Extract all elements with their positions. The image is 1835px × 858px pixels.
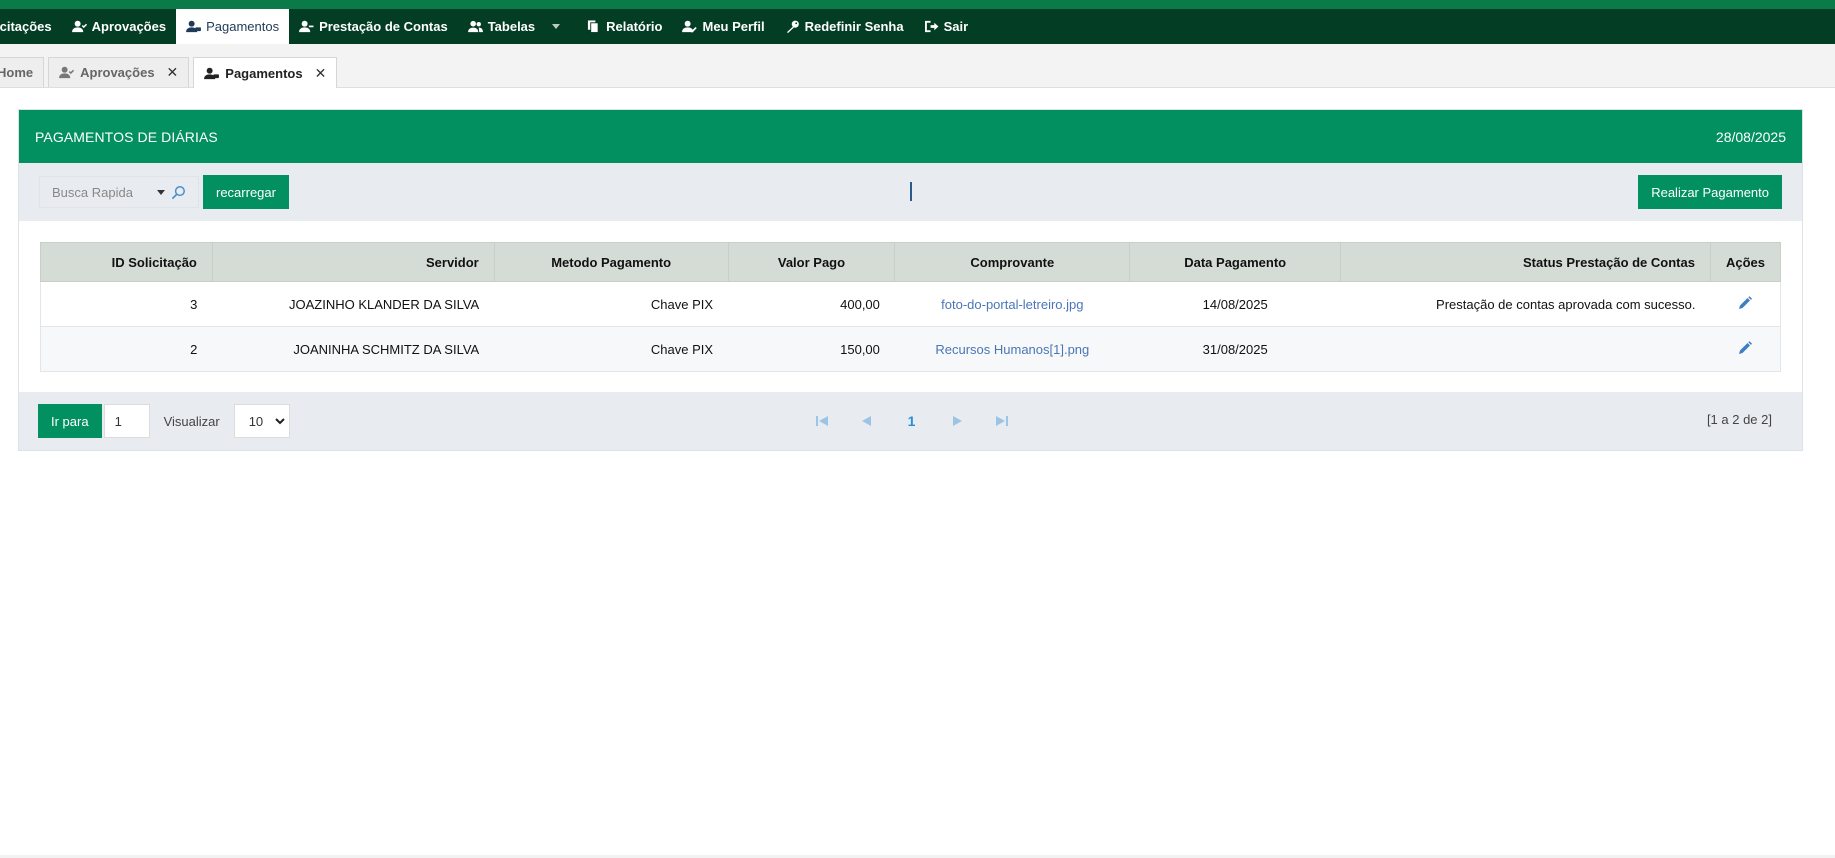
- page-number[interactable]: 1: [903, 413, 920, 430]
- tab-aprovacoes[interactable]: Aprovações ✕: [48, 57, 190, 87]
- tab-label: Aprovações: [80, 65, 155, 80]
- cell-acoes: [1710, 326, 1782, 372]
- nav-item-prestacao-de-contas[interactable]: Prestação de Contas: [289, 9, 458, 44]
- cell-status: Prestação de contas aprovada com sucesso…: [1340, 281, 1711, 327]
- pencil-icon[interactable]: [1738, 340, 1753, 355]
- cell-servidor: JOAZINHO KLANDER DA SILVA: [212, 281, 495, 327]
- nav-item-label: Relatório: [606, 19, 663, 34]
- cell-servidor: JOANINHA SCHMITZ DA SILVA: [212, 326, 495, 372]
- pagination-footer: Ir para 1 Visualizar 10 1 [1 a 2 de 2]: [19, 392, 1802, 450]
- main-navbar: icitações Aprovações Pagamentos Prestaçã…: [0, 9, 1835, 44]
- payments-table: ID Solicitação Servidor Metodo Pagamento…: [40, 242, 1782, 372]
- cell-comprovante: Recursos Humanos[1].png: [894, 326, 1130, 372]
- nav-item-sair[interactable]: Sair: [914, 9, 979, 44]
- page-size-value: 10: [248, 413, 264, 429]
- close-icon[interactable]: ✕: [167, 64, 179, 81]
- user-money-icon: [186, 20, 202, 33]
- user-check-icon: [59, 66, 75, 79]
- tab-bar: Home Aprovações ✕ Pagamentos ✕: [0, 44, 1835, 88]
- pager: 1: [813, 392, 1010, 450]
- col-header-metodo[interactable]: Metodo Pagamento: [493, 242, 729, 282]
- caret-down-icon[interactable]: [156, 189, 165, 195]
- receipt-link[interactable]: foto-do-portal-letreiro.jpg: [941, 297, 1083, 312]
- top-accent-strip: [0, 0, 1835, 9]
- table-row[interactable]: 2 JOANINHA SCHMITZ DA SILVA Chave PIX 15…: [40, 326, 1782, 372]
- key-icon: [786, 20, 799, 33]
- tab-label: Home: [0, 65, 34, 80]
- close-icon[interactable]: ✕: [315, 65, 327, 82]
- table-container: ID Solicitação Servidor Metodo Pagamento…: [19, 221, 1802, 392]
- chevron-down-icon: [275, 417, 285, 424]
- nav-item-label: Meu Perfil: [702, 19, 765, 34]
- tab-home[interactable]: Home: [0, 57, 45, 87]
- col-header-id[interactable]: ID Solicitação: [40, 242, 213, 282]
- user-check-icon: [71, 20, 87, 33]
- tab-label: Pagamentos: [225, 65, 303, 81]
- nav-item-label: Tabelas: [487, 19, 536, 34]
- view-label: Visualizar: [163, 413, 220, 429]
- text-cursor: [910, 182, 912, 201]
- cell-acoes: [1710, 281, 1782, 327]
- nav-item-label: icitações: [0, 19, 52, 34]
- cell-id: 3: [40, 281, 213, 327]
- make-payment-button[interactable]: Realizar Pagamento: [1638, 175, 1782, 209]
- col-header-acoes: Ações: [1709, 242, 1782, 282]
- records-counter: [1 a 2 de 2]: [1706, 412, 1772, 427]
- nav-item-redefinir-senha[interactable]: Redefinir Senha: [775, 9, 914, 44]
- previous-page-icon[interactable]: [858, 413, 875, 430]
- cell-metodo: Chave PIX: [494, 281, 729, 327]
- cell-data: 14/08/2025: [1129, 281, 1341, 327]
- nav-item-relatorio[interactable]: Relatório: [576, 9, 672, 44]
- user-money-icon: [204, 67, 220, 79]
- first-page-icon[interactable]: [813, 413, 830, 430]
- tab-pagamentos[interactable]: Pagamentos ✕: [193, 57, 338, 88]
- receipt-link[interactable]: Recursos Humanos[1].png: [935, 342, 1089, 357]
- copy-icon: [588, 20, 599, 33]
- nav-item-aprovacoes[interactable]: Aprovações: [62, 9, 176, 44]
- reload-button[interactable]: recarregar: [203, 175, 289, 209]
- cell-comprovante: foto-do-portal-letreiro.jpg: [894, 281, 1130, 327]
- payments-panel: PAGAMENTOS DE DIÁRIAS 28/08/2025 Busca R…: [18, 109, 1803, 451]
- cell-valor: 150,00: [728, 326, 895, 372]
- chevron-down-icon[interactable]: [552, 24, 561, 29]
- col-header-servidor[interactable]: Servidor: [211, 242, 495, 282]
- col-header-valor[interactable]: Valor Pago: [727, 242, 896, 282]
- quick-search-input[interactable]: Busca Rapida: [39, 176, 199, 208]
- next-page-icon[interactable]: [948, 413, 965, 430]
- sign-out-icon: [924, 20, 939, 33]
- table-row[interactable]: 3 JOAZINHO KLANDER DA SILVA Chave PIX 40…: [40, 281, 1782, 327]
- col-header-data[interactable]: Data Pagamento: [1129, 242, 1342, 282]
- nav-item-label: Pagamentos: [206, 19, 280, 34]
- cell-id: 2: [40, 326, 213, 372]
- go-to-page-input[interactable]: 1: [103, 404, 150, 438]
- go-to-page-button[interactable]: Ir para: [38, 404, 102, 438]
- users-icon: [467, 20, 483, 33]
- nav-item-label: Prestação de Contas: [319, 19, 448, 34]
- nav-item-tabelas[interactable]: Tabelas: [458, 9, 570, 44]
- page-size-select[interactable]: 10: [233, 404, 290, 438]
- nav-item-meu-perfil[interactable]: Meu Perfil: [672, 9, 774, 44]
- pencil-icon[interactable]: [1738, 295, 1753, 310]
- search-placeholder: Busca Rapida: [52, 184, 133, 200]
- user-edit-icon: [682, 20, 698, 33]
- cell-metodo: Chave PIX: [494, 326, 729, 372]
- cell-data: 31/08/2025: [1129, 326, 1341, 372]
- user-minus-icon: [299, 20, 314, 33]
- current-date: 28/08/2025: [1715, 128, 1786, 145]
- nav-item-solicitacoes[interactable]: icitações: [0, 9, 62, 44]
- cell-valor: 400,00: [728, 281, 895, 327]
- nav-item-pagamentos[interactable]: Pagamentos: [176, 9, 290, 44]
- nav-item-label: Redefinir Senha: [804, 19, 904, 34]
- toolbar: Busca Rapida recarregar Realizar Pagamen…: [19, 163, 1802, 221]
- col-header-comprovante[interactable]: Comprovante: [894, 242, 1131, 282]
- table-header-row: ID Solicitação Servidor Metodo Pagamento…: [40, 242, 1782, 282]
- search-icon[interactable]: [171, 185, 186, 200]
- nav-item-label: Sair: [943, 19, 969, 34]
- panel-header: PAGAMENTOS DE DIÁRIAS 28/08/2025: [19, 110, 1802, 163]
- last-page-icon[interactable]: [993, 413, 1010, 430]
- page-title: PAGAMENTOS DE DIÁRIAS: [35, 128, 218, 145]
- col-header-status[interactable]: Status Prestação de Contas: [1340, 242, 1711, 282]
- nav-item-label: Aprovações: [91, 19, 167, 34]
- cell-status: [1340, 326, 1711, 372]
